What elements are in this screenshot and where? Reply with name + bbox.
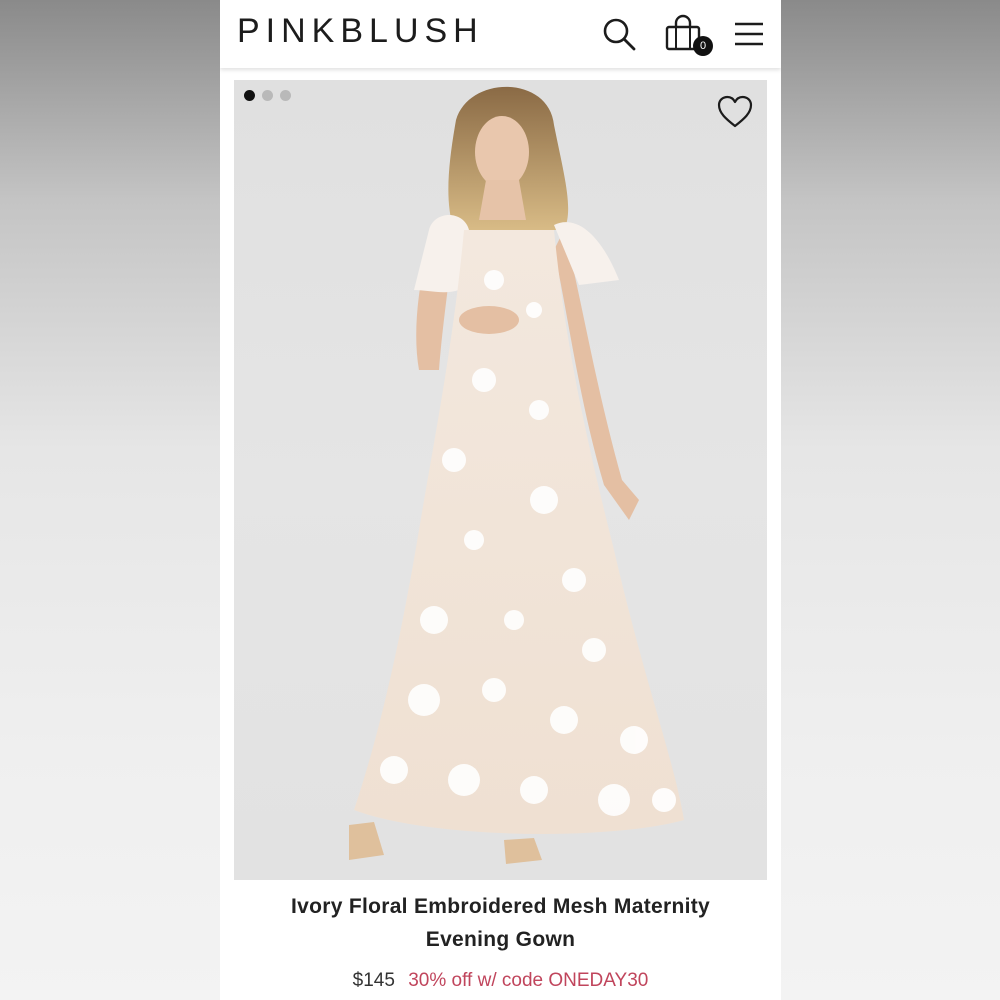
product-title-line1: Ivory Floral Embroidered Mesh Maternity — [291, 895, 710, 918]
product-title-line2: Evening Gown — [425, 928, 576, 951]
price-row: $145 30% off w/ code ONEDAY30 — [220, 970, 781, 992]
gallery-dot[interactable] — [262, 90, 273, 101]
phone-screen: PINKBLUSH 0 Ivory Floral Embroidered Mes… — [220, 0, 781, 1000]
product-image-gallery[interactable] — [234, 80, 767, 880]
search-icon[interactable] — [599, 14, 639, 54]
background-left — [0, 0, 220, 1000]
gallery-pagination — [244, 90, 291, 101]
menu-icon[interactable] — [729, 14, 769, 54]
heart-icon[interactable] — [716, 94, 754, 130]
background-right — [781, 0, 1000, 1000]
product-price: $145 — [352, 970, 395, 991]
product-title: Ivory Floral Embroidered Mesh Maternity … — [240, 890, 761, 956]
brand-logo[interactable]: PINKBLUSH — [237, 12, 484, 51]
gallery-dot[interactable] — [244, 90, 255, 101]
gallery-dot[interactable] — [280, 90, 291, 101]
product-photo — [349, 86, 684, 864]
site-header: PINKBLUSH 0 — [220, 0, 781, 68]
cart-count-badge: 0 — [693, 36, 713, 56]
promo-text: 30% off w/ code ONEDAY30 — [408, 970, 649, 991]
